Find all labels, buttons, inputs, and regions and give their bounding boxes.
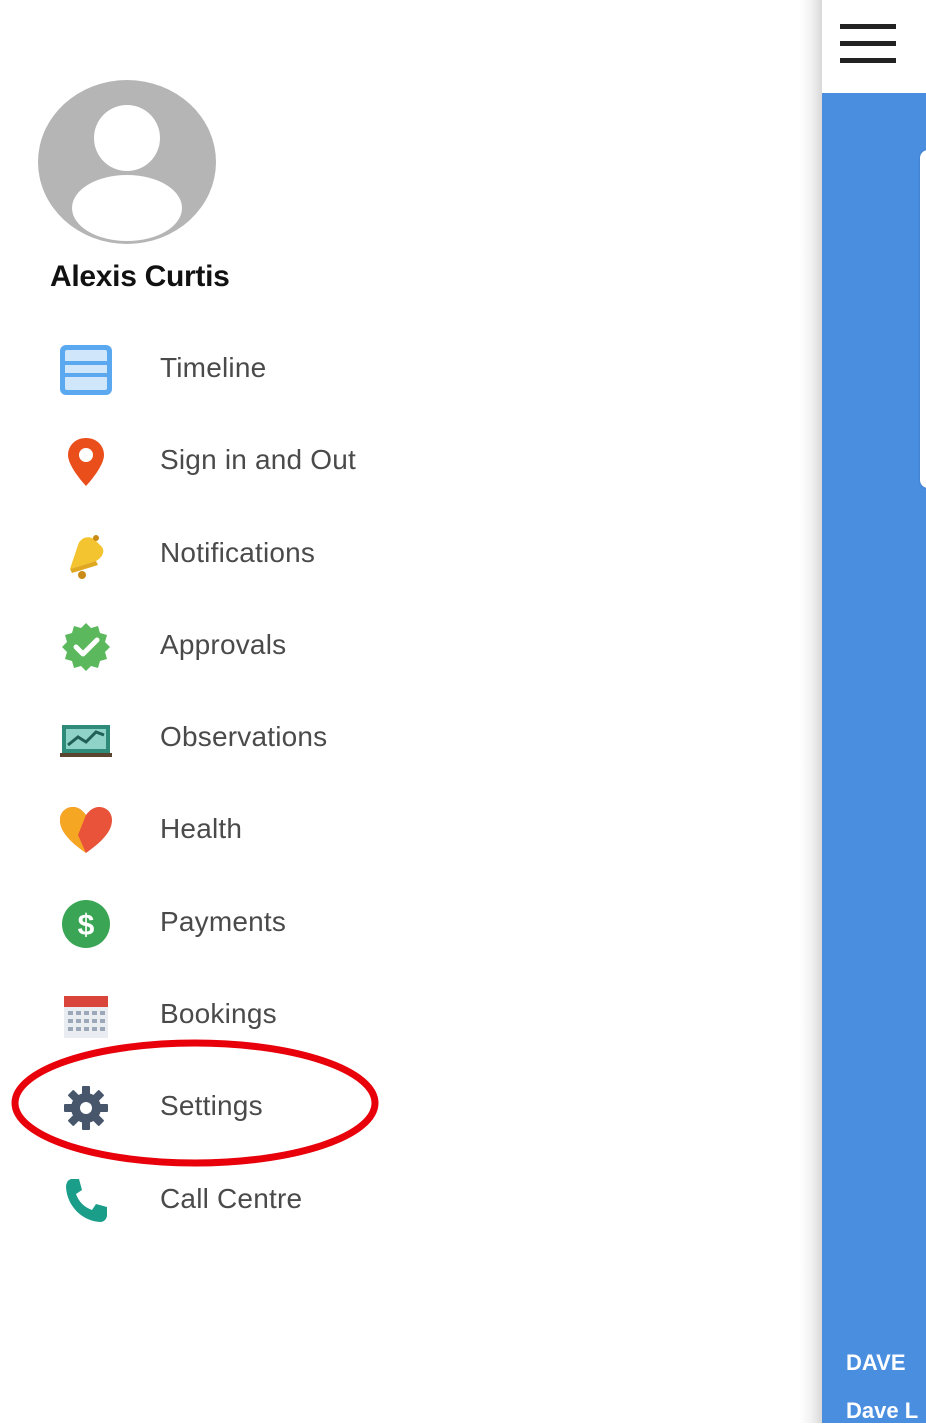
dollar-icon: $ (56, 898, 116, 950)
menu-label: Observations (160, 721, 328, 753)
menu-item-call-centre[interactable]: Call Centre (0, 1155, 800, 1247)
footer-name-upper: DAVE (846, 1350, 906, 1375)
menu-item-notifications[interactable]: Notifications (0, 509, 800, 601)
svg-text:$: $ (78, 909, 95, 942)
location-pin-icon (56, 436, 116, 488)
menu-item-payments[interactable]: $ Payments (0, 878, 800, 970)
bell-icon (56, 529, 116, 581)
menu-label: Notifications (160, 536, 316, 568)
menu-item-health[interactable]: Health (0, 785, 800, 877)
menu-label: Sign in and Out (160, 444, 357, 476)
menu-item-timeline[interactable]: Timeline (0, 324, 800, 416)
menu-item-approvals[interactable]: Approvals (0, 601, 800, 693)
navigation-drawer: Alexis Curtis Timeline Sign in and Out N… (0, 0, 800, 1423)
chart-board-icon (56, 713, 116, 765)
menu-label: Timeline (160, 352, 267, 383)
drawer-menu: Timeline Sign in and Out Notifications A… (0, 324, 800, 1247)
menu-label: Payments (160, 905, 287, 937)
menu-label: Health (160, 813, 243, 845)
footer-name: Dave L (846, 1398, 919, 1423)
drawer-shadow (800, 0, 822, 1423)
menu-label: Bookings (160, 998, 277, 1030)
verified-check-icon (56, 621, 116, 673)
phone-icon (56, 1175, 116, 1227)
hamburger-menu-icon[interactable] (840, 24, 896, 64)
menu-label: Call Centre (160, 1182, 303, 1214)
menu-label: Approvals (160, 628, 287, 660)
user-name: Alexis Curtis (50, 260, 230, 293)
main-content (822, 93, 926, 1423)
gear-icon (56, 1082, 116, 1134)
menu-item-sign-in-out[interactable]: Sign in and Out (0, 416, 800, 508)
menu-item-observations[interactable]: Observations (0, 693, 800, 785)
avatar (38, 80, 216, 244)
menu-item-settings[interactable]: Settings (0, 1062, 800, 1154)
menu-item-bookings[interactable]: Bookings (0, 970, 800, 1062)
timeline-icon (56, 344, 116, 396)
menu-label: Settings (160, 1090, 263, 1122)
heart-icon (56, 805, 116, 857)
calendar-icon (56, 990, 116, 1042)
content-card[interactable] (920, 150, 926, 488)
